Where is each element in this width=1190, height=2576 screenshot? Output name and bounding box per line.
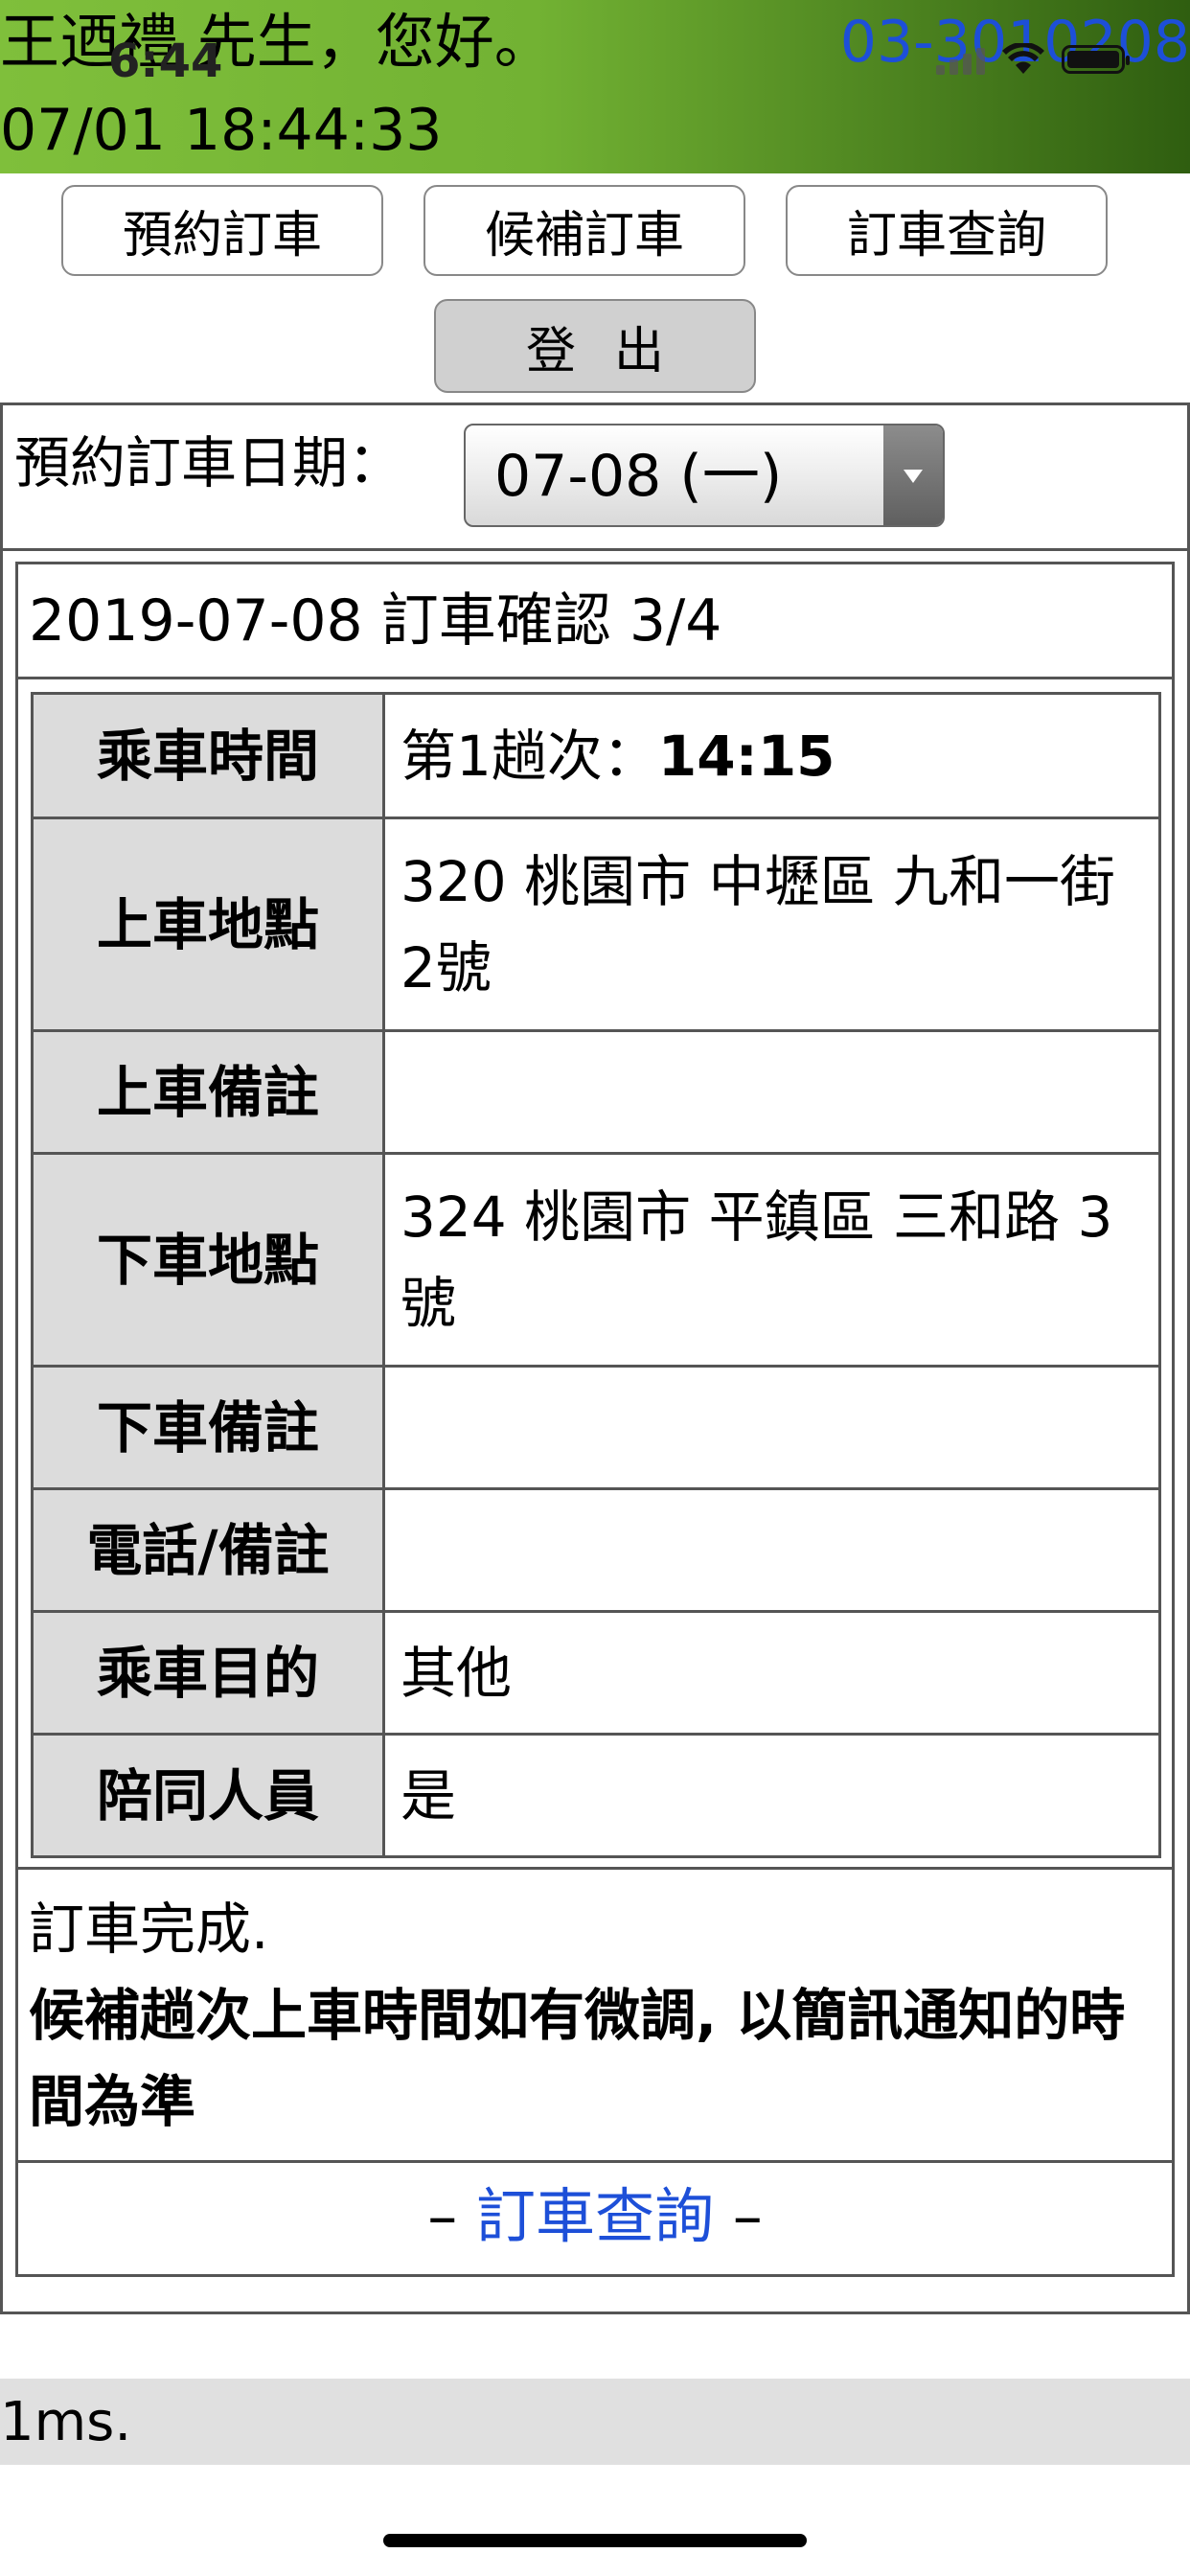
confirmation-title: 2019-07-08 訂車確認 3/4: [29, 587, 722, 655]
status-bar-icons: [936, 40, 1130, 79]
booking-complete-text: 訂車完成.: [29, 1897, 269, 1962]
greeting-text: 王迺禮 先生，您好。: [0, 7, 554, 77]
row-value: 320 桃園市 中壢區 九和一街 2號: [382, 816, 1161, 1032]
home-indicator[interactable]: [383, 2534, 807, 2547]
chevron-down-icon: [904, 470, 923, 483]
booking-date-select[interactable]: 07-08 (一): [464, 424, 945, 527]
row-label: 上車備註: [31, 1029, 385, 1155]
current-datetime: 07/01 18:44:33: [0, 97, 443, 164]
row-value: [382, 1365, 1161, 1490]
cellular-signal-icon: [936, 44, 985, 75]
dropdown-arrow-button[interactable]: [883, 426, 943, 525]
query-link-row: – 訂車查詢 –: [15, 2174, 1175, 2260]
logout-button[interactable]: 登出: [434, 299, 756, 393]
wifi-icon: [1002, 43, 1044, 74]
trip-number: 第1趟次：: [400, 723, 658, 789]
divider: [15, 2160, 1175, 2163]
row-value: 是: [382, 1733, 1161, 1858]
row-value: 324 桃園市 平鎮區 三和路 3號: [382, 1152, 1161, 1368]
row-value: 其他: [382, 1610, 1161, 1736]
booking-details-table: 乘車時間 第1趟次：14:15 上車地點 320 桃園市 中壢區 九和一街 2號…: [31, 692, 1161, 1858]
divider: [15, 677, 1175, 679]
table-row: 上車備註: [31, 1029, 1161, 1155]
reserve-booking-button[interactable]: 預約訂車: [61, 185, 383, 276]
booking-date-label: 預約訂車日期：: [14, 430, 404, 495]
row-value: [382, 1029, 1161, 1155]
table-row: 電話/備註: [31, 1487, 1161, 1613]
row-label: 電話/備註: [31, 1487, 385, 1613]
table-row: 下車備註: [31, 1365, 1161, 1490]
header-bar: 王迺禮 先生，您好。 03-3010208 07/01 18:44:33 6:4…: [0, 0, 1190, 173]
row-label: 下車地點: [31, 1152, 385, 1368]
booking-query-button[interactable]: 訂車查詢: [786, 185, 1108, 276]
row-value: 第1趟次：14:15: [382, 692, 1161, 819]
booking-complete-message: 訂車完成. 候補趟次上車時間如有微調, 以簡訊通知的時間為準: [29, 1886, 1159, 2145]
divider: [0, 548, 1190, 551]
dash-left: –: [427, 2181, 458, 2251]
pickup-time: 14:15: [657, 723, 835, 789]
status-bar-time: 6:44: [108, 34, 223, 88]
row-label: 陪同人員: [31, 1733, 385, 1858]
row-value: [382, 1487, 1161, 1613]
footer-bar: 1ms.: [0, 2379, 1190, 2465]
selected-date-value: 07-08 (一): [494, 443, 783, 510]
table-row: 下車地點 324 桃園市 平鎮區 三和路 3號: [31, 1152, 1161, 1368]
render-time-text: 1ms.: [0, 2391, 132, 2453]
row-label: 乘車目的: [31, 1610, 385, 1736]
table-row: 乘車目的 其他: [31, 1610, 1161, 1736]
dash-right: –: [732, 2181, 763, 2251]
table-row: 乘車時間 第1趟次：14:15: [31, 692, 1161, 819]
waitlist-time-note: 候補趟次上車時間如有微調, 以簡訊通知的時間為準: [29, 1983, 1126, 2134]
table-row: 陪同人員 是: [31, 1733, 1161, 1858]
booking-query-link[interactable]: 訂車查詢: [476, 2181, 714, 2251]
row-label: 乘車時間: [31, 692, 385, 819]
divider: [15, 1867, 1175, 1870]
row-label: 上車地點: [31, 816, 385, 1032]
waitlist-booking-button[interactable]: 候補訂車: [423, 185, 745, 276]
row-label: 下車備註: [31, 1365, 385, 1490]
battery-icon: [1062, 45, 1130, 74]
table-row: 上車地點 320 桃園市 中壢區 九和一街 2號: [31, 816, 1161, 1032]
